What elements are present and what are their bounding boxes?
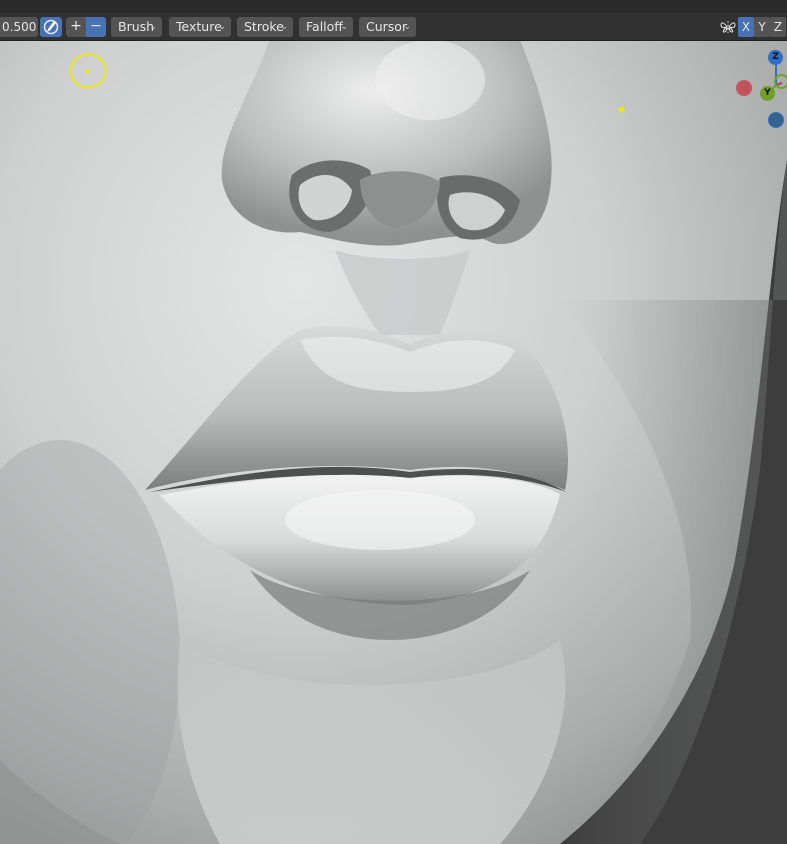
mirror-x-toggle[interactable]: X <box>738 17 754 37</box>
sculpt-tool-header: 0.500 + − Brush ⌄ Texture ⌄ Stroke ⌄ Fal… <box>0 13 787 41</box>
falloff-menu-label: Falloff <box>306 19 343 34</box>
chevron-down-icon: ⌄ <box>149 22 157 32</box>
subtract-direction-button[interactable]: − <box>86 17 106 37</box>
texture-menu-label: Texture <box>176 19 222 34</box>
brush-menu[interactable]: Brush ⌄ <box>111 17 162 37</box>
chevron-down-icon: ⌄ <box>218 22 226 32</box>
top-window-strip <box>0 0 787 13</box>
direction-toggle: + − <box>66 17 106 37</box>
mirror-y-toggle[interactable]: Y <box>754 17 770 37</box>
falloff-menu[interactable]: Falloff ⌄ <box>299 17 353 37</box>
stroke-menu[interactable]: Stroke ⌄ <box>237 17 293 37</box>
texture-menu[interactable]: Texture ⌄ <box>169 17 231 37</box>
sculpt-mesh-face <box>0 0 787 844</box>
pen-pressure-button[interactable] <box>40 17 62 37</box>
brush-strength-field[interactable]: 0.500 <box>0 17 38 37</box>
chevron-down-icon: ⌄ <box>280 22 288 32</box>
butterfly-icon <box>720 21 736 33</box>
cursor-menu-label: Cursor <box>366 19 408 34</box>
pivot-dot-icon <box>618 106 625 113</box>
brush-cursor-icon <box>69 53 107 89</box>
mirror-z-toggle[interactable]: Z <box>770 17 786 37</box>
chevron-down-icon: ⌄ <box>403 22 411 32</box>
pen-pressure-icon <box>43 19 59 35</box>
3d-viewport[interactable] <box>0 0 787 844</box>
add-direction-button[interactable]: + <box>66 17 86 37</box>
cursor-menu[interactable]: Cursor ⌄ <box>359 17 416 37</box>
stroke-menu-label: Stroke <box>244 19 284 34</box>
mirror-symmetry-icon[interactable] <box>718 17 738 37</box>
chevron-down-icon: ⌄ <box>340 22 348 32</box>
